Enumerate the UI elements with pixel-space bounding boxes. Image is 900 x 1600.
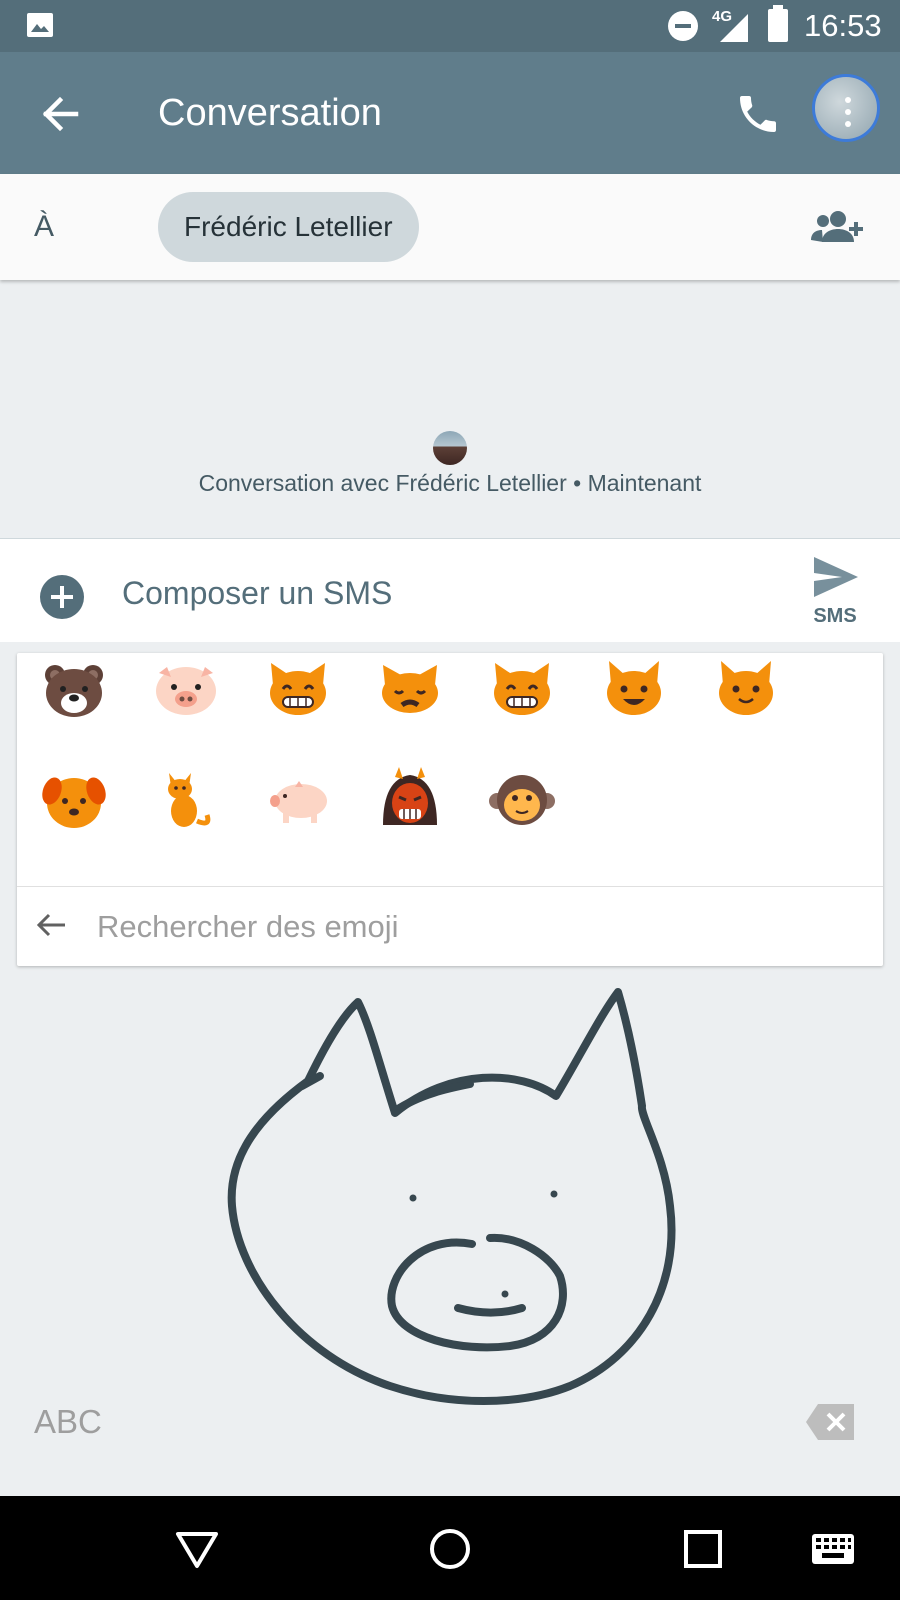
emoji-grinning-cat-2[interactable] (487, 653, 557, 723)
back-arrow-icon[interactable] (33, 905, 69, 945)
clock: 16:53 (804, 8, 882, 43)
handwriting-input-area[interactable]: ABC (0, 966, 900, 1496)
send-button[interactable]: SMS (800, 555, 870, 635)
emoji-cat[interactable] (151, 765, 221, 835)
emoji-dog-face[interactable] (39, 765, 109, 835)
emoji-smiling-cat[interactable] (711, 653, 781, 723)
conversation-area: Conversation avec Frédéric Letellier • M… (0, 282, 900, 538)
app-bar: Conversation (0, 52, 900, 174)
emoji-pig-face[interactable] (151, 653, 221, 723)
status-bar: 4G 16:53 (0, 0, 900, 52)
emoji-pouting-cat[interactable] (375, 653, 445, 723)
backspace-icon[interactable] (804, 1402, 856, 1442)
do-not-disturb-icon (668, 11, 698, 41)
emoji-bear[interactable] (39, 653, 109, 723)
conversation-info: Conversation avec Frédéric Letellier • M… (198, 470, 702, 496)
home-circle-icon[interactable] (425, 1524, 475, 1574)
compose-input[interactable]: Composer un SMS (122, 575, 392, 612)
contact-mini-avatar (433, 431, 467, 465)
send-icon (814, 557, 858, 597)
emoji-cat-face[interactable] (599, 653, 669, 723)
emoji-grinning-cat[interactable] (263, 653, 333, 723)
to-label: À (34, 210, 55, 243)
signal-icon (720, 14, 748, 42)
back-arrow-icon[interactable] (36, 90, 84, 138)
add-person-icon[interactable] (810, 208, 866, 248)
emoji-search-row: Rechercher des emoji (17, 886, 883, 966)
handwritten-pig-drawing (227, 988, 676, 1405)
battery-icon (768, 5, 788, 42)
emoji-ogre[interactable] (375, 765, 445, 835)
recipient-row: À Frédéric Letellier (0, 174, 900, 280)
abc-mode-button[interactable]: ABC (34, 1403, 102, 1441)
phone-icon[interactable] (734, 90, 782, 138)
add-circle-icon[interactable] (40, 575, 84, 619)
compose-row: Composer un SMS SMS (0, 538, 900, 642)
recents-square-icon[interactable] (678, 1524, 728, 1574)
keyboard-icon[interactable] (808, 1524, 858, 1574)
emoji-results-panel: Rechercher des emoji (17, 653, 883, 966)
send-label: SMS (813, 605, 857, 627)
system-nav-bar (0, 1496, 900, 1600)
emoji-monkey-face[interactable] (487, 765, 557, 835)
back-triangle-icon[interactable] (172, 1524, 222, 1574)
recipient-chip[interactable]: Frédéric Letellier (158, 192, 419, 262)
image-notification-icon (27, 13, 53, 37)
page-title: Conversation (158, 92, 382, 134)
emoji-search-input[interactable]: Rechercher des emoji (97, 909, 399, 945)
emoji-pig[interactable] (263, 765, 333, 835)
contact-avatar[interactable] (812, 74, 880, 142)
